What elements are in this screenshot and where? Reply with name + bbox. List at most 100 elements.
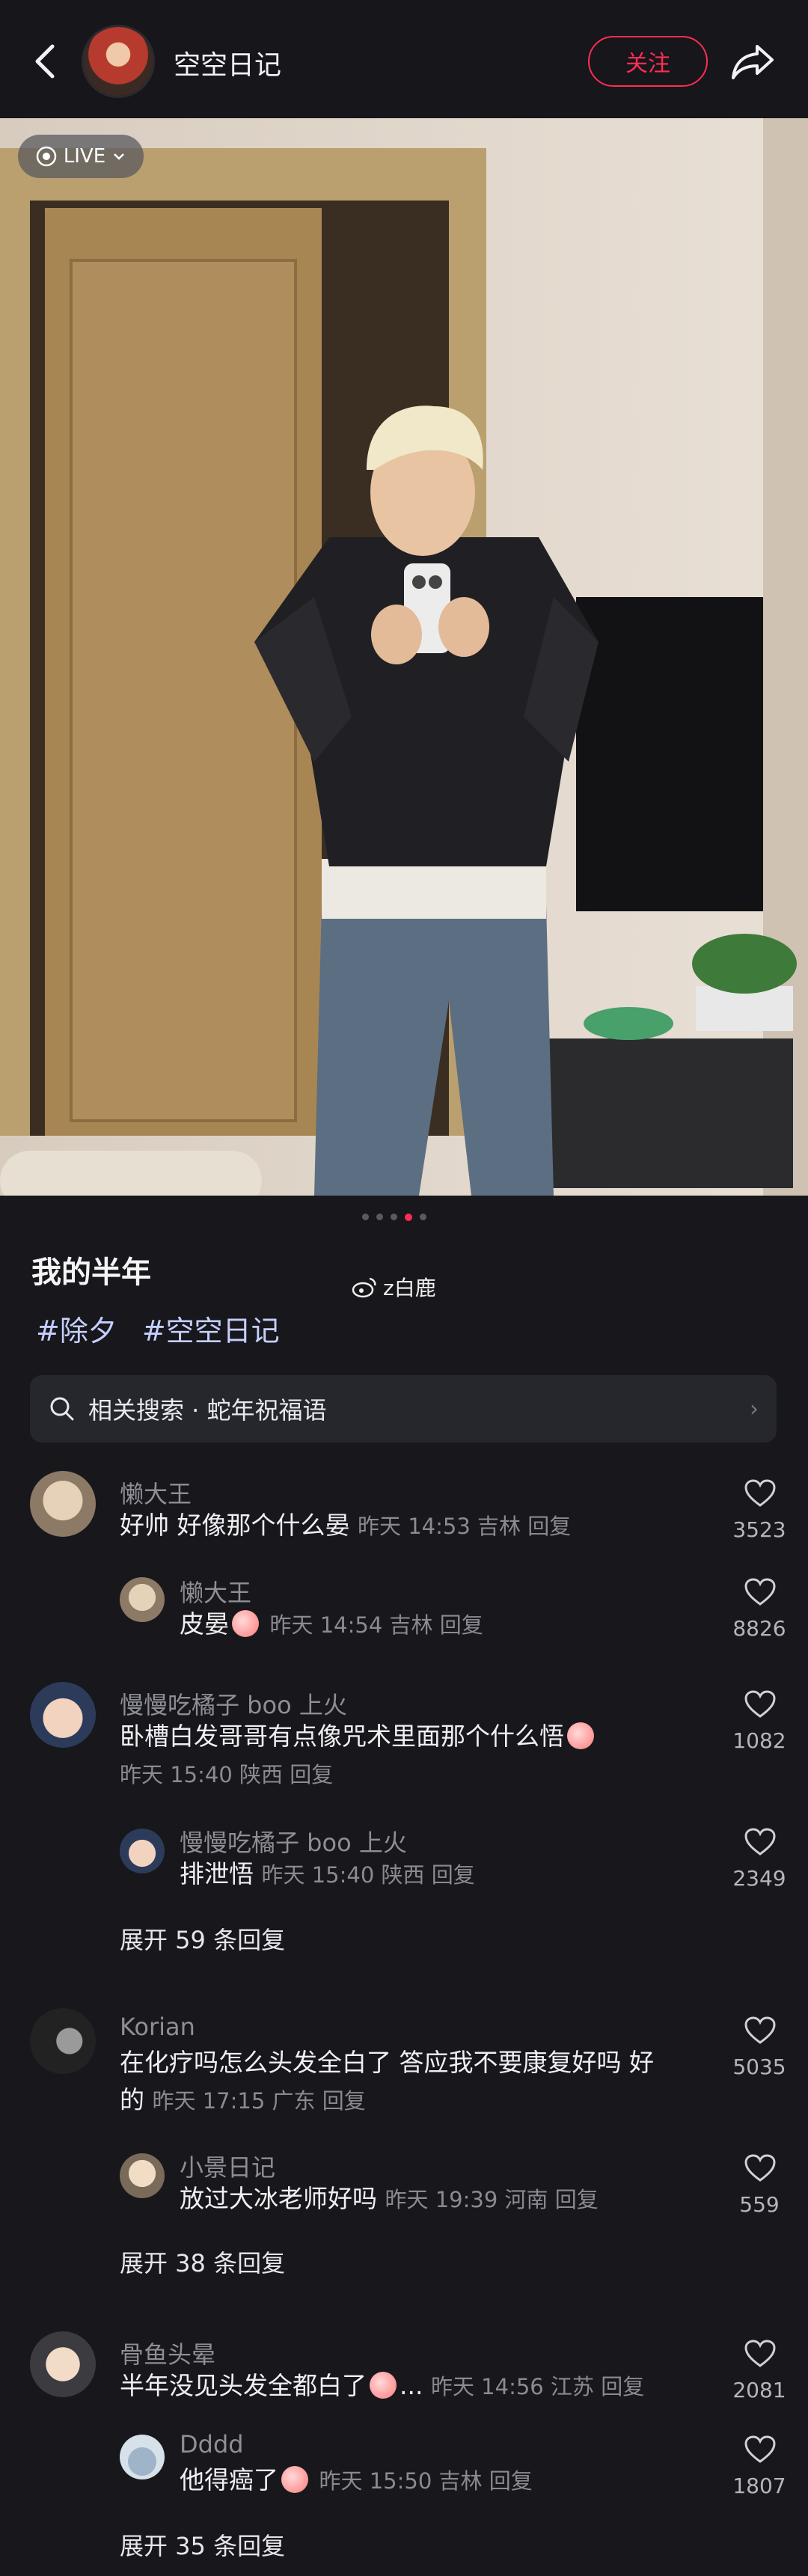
reply-name[interactable]: 慢慢吃橘子 boo 上火	[180, 1824, 407, 1858]
like-button[interactable]	[738, 1689, 783, 1719]
commenter-name[interactable]: Korian	[120, 2013, 195, 2041]
commenter-avatar[interactable]	[30, 1471, 96, 1537]
post-photo[interactable]: LIVE	[0, 118, 808, 1196]
author-avatar[interactable]	[84, 27, 153, 96]
expand-replies-button[interactable]: 展开 59 条回复	[120, 1921, 285, 1956]
reply-text: 他得癌了	[180, 2465, 278, 2494]
watermark-text: z白鹿	[383, 1276, 436, 1300]
comment-body[interactable]: 半年没见头发全都白了... 昨天 14:56 江苏 回复	[120, 2367, 644, 2405]
reply-meta[interactable]: 昨天 15:40 陕西 回复	[262, 1862, 475, 1888]
tag-link[interactable]: #空空日记	[142, 1308, 280, 1349]
carousel-dot	[376, 1214, 383, 1220]
expand-replies-label: 展开 35 条回复	[120, 2532, 286, 2560]
like-count: 559	[739, 2192, 780, 2217]
reply-meta[interactable]: 昨天 19:39 河南 回复	[385, 2187, 599, 2212]
heart-icon	[744, 2435, 776, 2463]
like-button[interactable]	[738, 1827, 783, 1857]
live-badge[interactable]: LIVE	[18, 135, 144, 178]
carousel-dot	[362, 1214, 369, 1220]
reply-body[interactable]: 放过大冰老师好吗 昨天 19:39 河南 回复	[180, 2180, 599, 2218]
reply-avatar[interactable]	[120, 2153, 165, 2198]
carousel-indicator	[362, 1214, 426, 1221]
reply-body[interactable]: 他得癌了 昨天 15:50 吉林 回复	[180, 2462, 533, 2500]
heart-icon	[744, 1690, 776, 1718]
live-icon	[36, 146, 57, 167]
like-count: 1807	[732, 2473, 786, 2498]
comment-body[interactable]: 好帅 好像那个什么晏 昨天 14:53 吉林 回复	[120, 1507, 571, 1545]
reply-name[interactable]: 小景日记	[180, 2149, 275, 2183]
emoji-icon	[232, 1610, 259, 1637]
reply-name[interactable]: 懒大王	[180, 1574, 251, 1609]
comment-text: 卧槽白发哥哥有点像咒术里面那个什么悟	[120, 1722, 564, 1751]
heart-icon	[744, 2154, 776, 2182]
share-icon[interactable]	[730, 40, 775, 82]
like-button[interactable]	[738, 1577, 783, 1607]
live-label: LIVE	[63, 145, 106, 168]
reply-text: 排泄悟	[180, 1859, 254, 1888]
commenter-avatar[interactable]	[30, 2008, 96, 2074]
carousel-dot-active	[405, 1214, 412, 1221]
comment-text: 在化疗吗怎么头发全白了 答应我不要康复好吗 好	[120, 2048, 654, 2077]
like-count: 5035	[732, 2055, 786, 2079]
tag-link[interactable]: #除夕	[36, 1308, 117, 1349]
like-count: 3523	[732, 1517, 786, 1542]
chevron-down-icon	[114, 153, 125, 160]
heart-icon	[744, 1828, 776, 1855]
like-button[interactable]	[738, 1478, 783, 1508]
back-arrow-icon[interactable]	[27, 39, 64, 84]
heart-icon	[744, 1479, 776, 1507]
comment-text: 好帅 好像那个什么晏	[120, 1511, 350, 1540]
expand-replies-button[interactable]: 展开 38 条回复	[120, 2245, 285, 2279]
comment-meta[interactable]: 昨天 17:15 广东 回复	[153, 2088, 366, 2114]
carousel-dot	[391, 1214, 397, 1220]
reply-avatar[interactable]	[120, 2435, 165, 2479]
comment-body[interactable]: 在化疗吗怎么头发全白了 答应我不要康复好吗 好 的 昨天 17:15 广东 回复	[120, 2044, 703, 2120]
heart-icon	[744, 1578, 776, 1606]
post-title: 我的半年	[31, 1255, 151, 1290]
comment-meta[interactable]: 昨天 15:40 陕西 回复	[120, 1762, 333, 1787]
carousel-dot	[420, 1214, 426, 1220]
comment-meta[interactable]: 昨天 14:56 江苏 回复	[431, 2374, 644, 2399]
tag-list: #除夕 #空空日记	[36, 1308, 280, 1349]
heart-icon	[744, 2340, 776, 2367]
reply-body[interactable]: 皮晏 昨天 14:54 吉林 回复	[180, 1606, 483, 1644]
search-icon	[50, 1397, 74, 1421]
related-search-bar[interactable]: 相关搜索 · 蛇年祝福语 ›	[30, 1375, 777, 1443]
photo-illustration	[0, 118, 808, 1196]
like-button[interactable]	[738, 2339, 783, 2369]
top-bar: 空空日记 关注	[0, 0, 808, 118]
reply-meta[interactable]: 昨天 15:50 吉林 回复	[319, 2468, 533, 2494]
commenter-name[interactable]: 骨鱼头晕	[120, 2336, 215, 2370]
related-search-label: 相关搜索 · 蛇年祝福语	[88, 1396, 327, 1425]
expand-replies-button[interactable]: 展开 35 条回复	[120, 2527, 285, 2562]
reply-text: 放过大冰老师好吗	[180, 2184, 377, 2213]
like-count: 2081	[732, 2378, 786, 2402]
like-count: 1082	[732, 1728, 786, 1753]
like-button[interactable]	[738, 2153, 783, 2183]
comment-meta[interactable]: 昨天 14:53 吉林 回复	[358, 1514, 571, 1539]
reply-text: 皮晏	[180, 1609, 229, 1639]
commenter-avatar[interactable]	[30, 2331, 96, 2397]
like-count: 2349	[732, 1866, 786, 1891]
reply-meta[interactable]: 昨天 14:54 吉林 回复	[270, 1612, 483, 1638]
comment-body[interactable]: 卧槽白发哥哥有点像咒术里面那个什么悟 昨天 15:40 陕西 回复	[120, 1718, 688, 1793]
reply-name[interactable]: Dddd	[180, 2430, 244, 2459]
emoji-icon	[567, 1722, 594, 1749]
expand-replies-label: 展开 38 条回复	[120, 2249, 286, 2277]
reply-avatar[interactable]	[120, 1577, 165, 1622]
author-name[interactable]: 空空日记	[174, 43, 281, 82]
comment-text-cont: 的	[120, 2085, 144, 2114]
commenter-name[interactable]: 懒大王	[120, 1475, 192, 1510]
reply-avatar[interactable]	[120, 1829, 165, 1873]
comment-text: 半年没见头发全都白了	[120, 2371, 367, 2400]
like-button[interactable]	[738, 2016, 783, 2046]
follow-button[interactable]: 关注	[588, 36, 708, 87]
like-button[interactable]	[738, 2435, 783, 2465]
commenter-name[interactable]: 慢慢吃橘子 boo 上火	[120, 1686, 347, 1721]
heart-icon	[744, 2016, 776, 2044]
chevron-right-icon: ›	[750, 1395, 759, 1422]
emoji-icon	[370, 2372, 397, 2399]
reply-body[interactable]: 排泄悟 昨天 15:40 陕西 回复	[180, 1855, 475, 1894]
expand-replies-label: 展开 59 条回复	[120, 1926, 286, 1954]
commenter-avatar[interactable]	[30, 1682, 96, 1748]
